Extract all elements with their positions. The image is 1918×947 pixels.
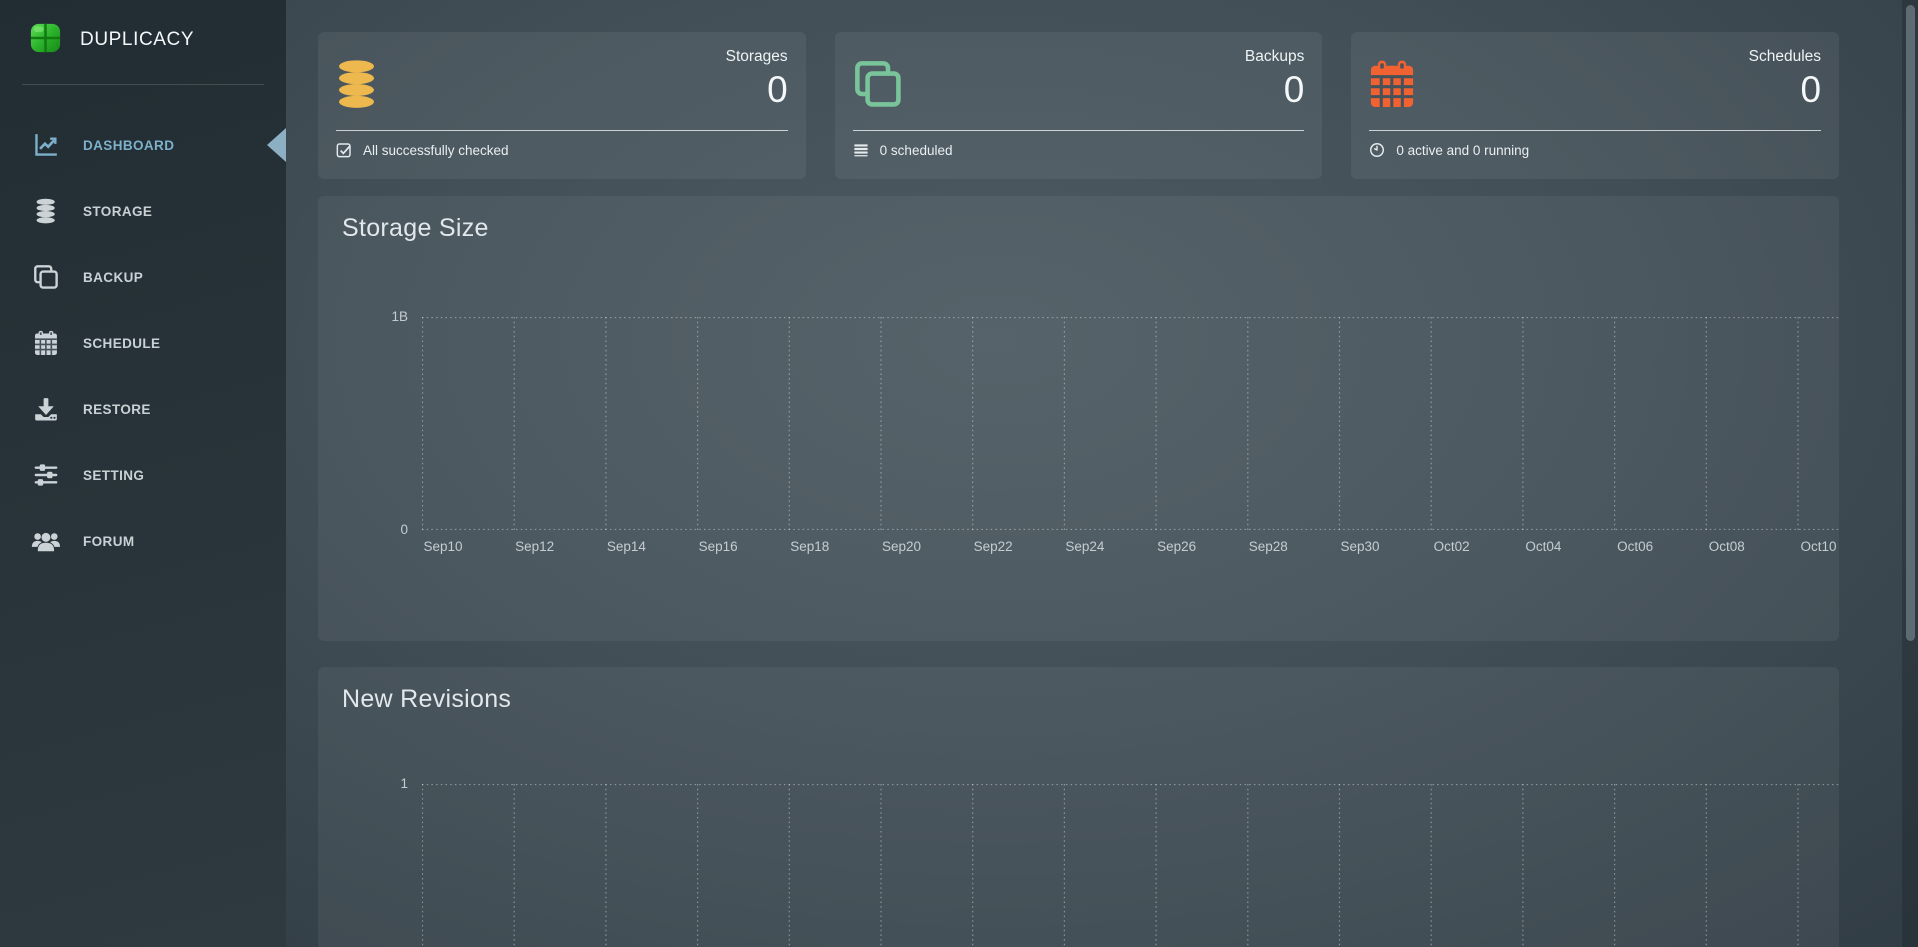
card-value: 0 <box>1245 69 1304 111</box>
x-axis-label: Oct08 <box>1695 539 1759 554</box>
storages-card: Storages 0 All successfully checked <box>318 32 806 179</box>
calendar-icon <box>30 330 62 356</box>
stat-cards-row: Storages 0 All successfully checked Back… <box>318 32 1839 179</box>
panel-title: New Revisions <box>342 685 511 714</box>
sidebar-item-schedule[interactable]: SCHEDULE <box>0 310 286 376</box>
schedules-card: Schedules 0 0 active and 0 running <box>1351 32 1839 179</box>
app-root: DUPLICACY DASHBOARD STORAGE BACKUP SCHED… <box>0 0 1918 947</box>
sidebar-menu: DASHBOARD STORAGE BACKUP SCHEDULE RESTOR… <box>0 112 286 574</box>
sidebar-item-backup[interactable]: BACKUP <box>0 244 286 310</box>
y-axis-label: 1B <box>344 308 408 326</box>
sidebar-item-storage[interactable]: STORAGE <box>0 178 286 244</box>
storage-size-panel: Storage Size 01BSep10Sep12Sep14Sep16Sep1… <box>318 196 1839 641</box>
database-icon <box>30 198 62 224</box>
x-axis-label: Sep20 <box>870 539 934 554</box>
list-icon <box>853 142 869 158</box>
storage-size-chart: 01BSep10Sep12Sep14Sep16Sep18Sep20Sep22Se… <box>422 317 1840 530</box>
sidebar-item-setting[interactable]: SETTING <box>0 442 286 508</box>
card-top: Backups 0 <box>853 32 1305 130</box>
card-footer-text: All successfully checked <box>363 143 509 158</box>
card-footer: All successfully checked <box>336 142 788 158</box>
download-icon <box>30 396 62 422</box>
card-title: Storages <box>726 45 788 69</box>
card-value: 0 <box>726 69 788 111</box>
y-axis-label: 0 <box>344 521 408 539</box>
x-axis-label: Sep24 <box>1053 539 1117 554</box>
clock-icon <box>1369 142 1385 158</box>
card-footer: 0 scheduled <box>853 142 1305 158</box>
card-top: Schedules 0 <box>1369 32 1821 130</box>
panel-title: Storage Size <box>342 214 489 243</box>
x-axis-label: Oct10 <box>1787 539 1851 554</box>
new-revisions-panel: New Revisions 1 <box>318 667 1839 947</box>
card-divider <box>1369 130 1821 131</box>
card-footer-text: 0 active and 0 running <box>1396 143 1529 158</box>
card-title: Backups <box>1245 45 1304 69</box>
sliders-icon <box>30 462 62 488</box>
x-axis-label: Sep18 <box>778 539 842 554</box>
sidebar: DUPLICACY DASHBOARD STORAGE BACKUP SCHED… <box>0 0 286 947</box>
sidebar-item-forum[interactable]: FORUM <box>0 508 286 574</box>
clone-icon <box>30 264 62 290</box>
scrollbar-track[interactable] <box>1902 0 1918 947</box>
users-icon <box>30 528 62 554</box>
chart-grid <box>422 317 1840 530</box>
x-axis-label: Sep22 <box>961 539 1025 554</box>
backups-card: Backups 0 0 scheduled <box>835 32 1323 179</box>
x-axis-label: Oct04 <box>1511 539 1575 554</box>
card-divider <box>336 130 788 131</box>
card-footer: 0 active and 0 running <box>1369 142 1821 158</box>
card-footer-text: 0 scheduled <box>880 143 953 158</box>
x-axis-label: Sep26 <box>1145 539 1209 554</box>
x-axis-label: Sep12 <box>503 539 567 554</box>
card-title: Schedules <box>1749 45 1821 69</box>
new-revisions-chart: 1 <box>422 784 1840 947</box>
x-axis-label: Oct06 <box>1603 539 1667 554</box>
sidebar-item-label: RESTORE <box>83 402 151 417</box>
x-axis-label: Sep16 <box>686 539 750 554</box>
x-axis-label: Sep28 <box>1236 539 1300 554</box>
main-content: Storages 0 All successfully checked Back… <box>286 0 1872 947</box>
scrollbar-thumb[interactable] <box>1906 5 1915 641</box>
chart-line-icon <box>30 132 62 158</box>
sidebar-item-label: FORUM <box>83 534 135 549</box>
y-axis-label: 1 <box>344 775 408 793</box>
sidebar-item-dashboard[interactable]: DASHBOARD <box>0 112 286 178</box>
x-axis-label: Sep10 <box>411 539 475 554</box>
sidebar-item-label: DASHBOARD <box>83 138 174 153</box>
sidebar-divider <box>22 84 264 85</box>
database-icon <box>336 59 377 130</box>
sidebar-item-restore[interactable]: RESTORE <box>0 376 286 442</box>
x-axis-label: Oct02 <box>1420 539 1484 554</box>
x-axis-label: Sep14 <box>594 539 658 554</box>
app-title: DUPLICACY <box>80 29 194 51</box>
sidebar-item-label: SCHEDULE <box>83 336 160 351</box>
duplicacy-logo-icon <box>28 20 63 60</box>
card-divider <box>853 130 1305 131</box>
chart-grid <box>422 784 1840 947</box>
sidebar-item-label: BACKUP <box>83 270 143 285</box>
check-square-icon <box>336 142 352 158</box>
active-item-arrow <box>267 128 286 162</box>
sidebar-item-label: SETTING <box>83 468 144 483</box>
card-value: 0 <box>1749 69 1821 111</box>
x-axis-label: Sep30 <box>1328 539 1392 554</box>
brand[interactable]: DUPLICACY <box>0 0 286 60</box>
calendar-icon <box>1369 59 1415 130</box>
sidebar-item-label: STORAGE <box>83 204 152 219</box>
card-top: Storages 0 <box>336 32 788 130</box>
clone-icon <box>853 59 903 130</box>
